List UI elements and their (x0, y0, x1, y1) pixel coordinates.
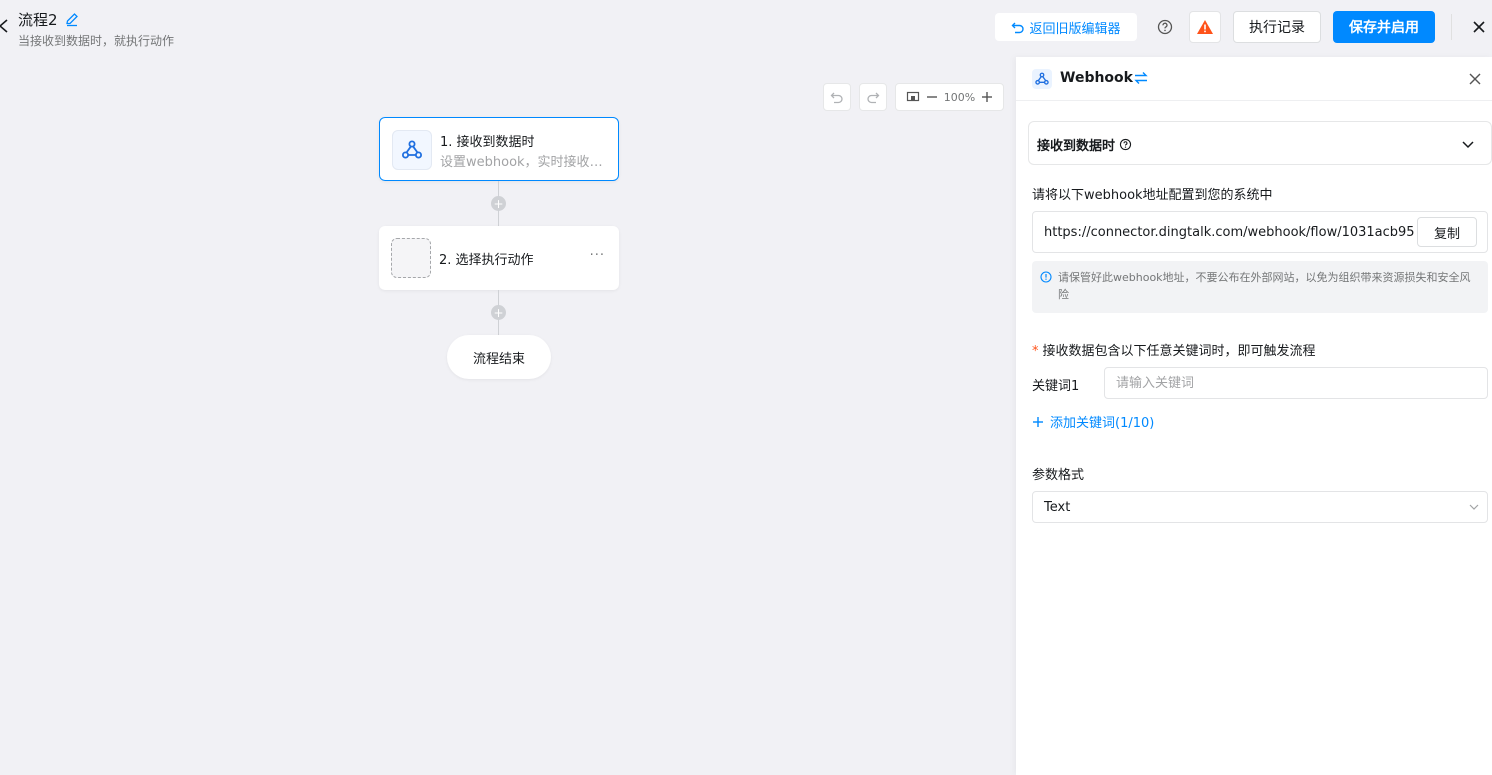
back-chevron-icon[interactable] (0, 14, 10, 38)
warning-button[interactable] (1189, 11, 1221, 43)
page-subtitle: 当接收到数据时，就执行动作 (18, 34, 175, 48)
page-title: 流程2 (18, 10, 58, 29)
add-step-plus-icon[interactable]: + (491, 196, 506, 211)
execution-log-button[interactable]: 执行记录 (1233, 11, 1321, 43)
undo-button[interactable] (823, 83, 851, 111)
fit-view-icon[interactable] (906, 90, 920, 104)
pencil-icon[interactable] (64, 11, 80, 27)
keyword-instruction-text: 接收数据包含以下任意关键词时，即可触发流程 (1042, 344, 1316, 359)
node-webhook-icon-box (392, 130, 432, 170)
redo-button[interactable] (859, 83, 887, 111)
question-circle-icon[interactable] (1119, 138, 1132, 151)
zoom-out-icon[interactable] (926, 91, 938, 103)
webhook-url[interactable]: https://connector.dingtalk.com/webhook/f… (1044, 225, 1414, 240)
flow-node-action[interactable]: 2. 选择执行动作 ··· (379, 226, 619, 290)
header-divider (1451, 14, 1452, 40)
add-keyword-button[interactable]: 添加关键词(1/10) (1032, 412, 1154, 431)
trigger-selector[interactable]: 接收到数据时 (1028, 121, 1492, 165)
format-value: Text (1044, 500, 1071, 515)
format-label: 参数格式 (1032, 468, 1085, 483)
security-notice: 请保管好此webhook地址，不要公布在外部网站，以免为组织带来资源损失和安全风… (1032, 261, 1488, 313)
undo-icon (830, 92, 843, 104)
zoom-level: 100% (943, 90, 976, 104)
trigger-label: 接收到数据时 (1037, 135, 1132, 154)
legacy-editor-button[interactable]: 返回旧版编辑器 (995, 13, 1137, 41)
undo-arrow-icon (1011, 22, 1025, 34)
trigger-label-text: 接收到数据时 (1037, 139, 1116, 154)
keyword-label: 关键词1 (1032, 379, 1080, 394)
add-step-plus-icon[interactable]: + (491, 305, 506, 320)
required-mark: * (1032, 344, 1039, 359)
format-select[interactable]: Text (1032, 491, 1488, 523)
node-title: 2. 选择执行动作 (439, 253, 534, 268)
keyword-input[interactable] (1104, 367, 1488, 399)
webhook-icon (402, 140, 422, 159)
close-icon[interactable] (1468, 72, 1482, 86)
node-empty-icon-box (391, 238, 431, 278)
close-icon[interactable] (1471, 19, 1487, 35)
node-description: 设置webhook，实时接收数据 (440, 155, 610, 170)
zoom-controls: 100% (895, 83, 1004, 111)
flow-node-trigger[interactable]: 1. 接收到数据时 设置webhook，实时接收数据 (379, 117, 619, 181)
webhook-url-field: https://connector.dingtalk.com/webhook/f… (1032, 211, 1488, 253)
flow-title-area: 流程2 当接收到数据时，就执行动作 (18, 8, 174, 49)
panel-webhook-icon-box (1032, 69, 1052, 89)
flow-end-node: 流程结束 (447, 335, 551, 379)
panel-header: Webhook (1016, 57, 1492, 101)
panel-title: Webhook (1060, 70, 1133, 86)
question-circle-icon[interactable] (1156, 18, 1174, 36)
legacy-editor-label: 返回旧版编辑器 (1029, 21, 1121, 37)
redo-icon (867, 92, 880, 104)
info-circle-icon (1040, 271, 1052, 283)
keyword-instruction: * 接收数据包含以下任意关键词时，即可触发流程 (1032, 340, 1316, 359)
webhook-icon (1035, 72, 1049, 85)
add-keyword-label: 添加关键词(1/10) (1050, 416, 1155, 431)
chevron-down-icon (1462, 141, 1474, 149)
config-panel: Webhook 接收到数据时 请将以下webhook地址配置到您的系统中 htt… (1016, 57, 1492, 775)
node-title: 1. 接收到数据时 (440, 135, 535, 150)
save-and-enable-button[interactable]: 保存并启用 (1333, 11, 1435, 43)
notice-text: 请保管好此webhook地址，不要公布在外部网站，以免为组织带来资源损失和安全风… (1058, 271, 1471, 301)
copy-button[interactable]: 复制 (1417, 217, 1477, 247)
url-instruction: 请将以下webhook地址配置到您的系统中 (1032, 188, 1273, 203)
swap-icon[interactable] (1134, 71, 1148, 85)
chevron-down-icon (1469, 504, 1479, 510)
plus-icon (1033, 416, 1043, 427)
more-icon[interactable]: ··· (590, 248, 605, 263)
warning-triangle-icon (1197, 20, 1213, 34)
zoom-in-icon[interactable] (981, 91, 993, 103)
